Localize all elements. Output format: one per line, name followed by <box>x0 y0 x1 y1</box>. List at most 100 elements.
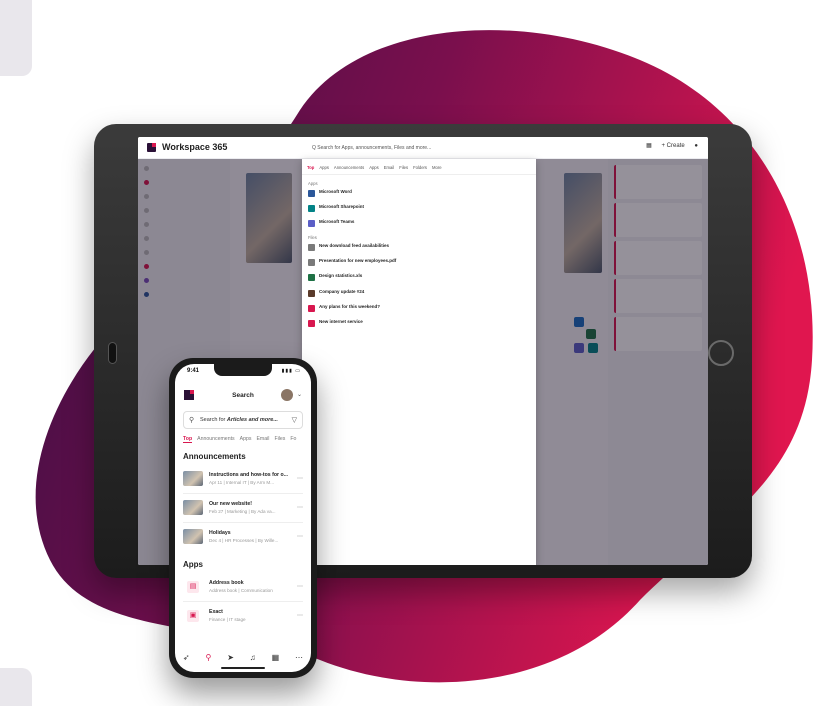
result-item[interactable]: Presentation for new employees.pdf <box>308 258 530 268</box>
announcement-meta: Apr 11 | Internal IT | By Arm M... <box>209 480 275 485</box>
filter-icon[interactable]: ▽ <box>292 416 297 424</box>
result-title: Microsoft Sharepoint <box>319 204 365 209</box>
announcement-meta: Dec 4 | HR Processes | By Wille... <box>209 538 279 543</box>
marketing-stage: Workspace 365 Q Search for Apps, announc… <box>0 0 820 706</box>
phone-device: 9:41 ▮▮▮ ▭ Search ⌄ ⚲ Search for Article… <box>169 358 317 678</box>
tab-apps-2[interactable]: Apps <box>369 165 379 170</box>
more-icon[interactable]: ⋯ <box>297 583 303 590</box>
chat-icon <box>308 305 315 312</box>
search-icon[interactable]: ⚲ <box>205 653 211 662</box>
tab-announcements[interactable]: Announcements <box>197 436 235 443</box>
phone-screen: 9:41 ▮▮▮ ▭ Search ⌄ ⚲ Search for Article… <box>175 364 311 672</box>
announcement-thumbnail <box>183 471 203 486</box>
more-icon[interactable]: ⋯ <box>297 612 303 619</box>
announcements-heading: Announcements <box>183 452 246 461</box>
apps-heading: Apps <box>183 560 203 569</box>
tab-announcements[interactable]: Announcements <box>334 165 364 170</box>
app-brand: Workspace 365 <box>162 142 228 152</box>
tablet-home-button[interactable] <box>708 340 734 366</box>
result-title: Presentation for new employees.pdf <box>319 258 397 263</box>
search-results-panel: Top Apps Announcements Apps Email Files … <box>302 159 536 565</box>
announcement-meta: Feb 27 | Marketing | By Ada va... <box>209 509 276 514</box>
status-time: 9:41 <box>187 368 200 374</box>
section-heading: Apps <box>308 181 318 186</box>
phone-notch <box>214 364 272 376</box>
word-icon <box>308 190 315 197</box>
sharepoint-icon <box>308 205 315 212</box>
announcement-title: Our new website! <box>209 501 252 507</box>
more-icon[interactable]: ⋯ <box>297 504 303 511</box>
tab-folders[interactable]: Folders <box>413 165 427 170</box>
workspace-logo[interactable] <box>147 143 156 152</box>
search-placeholder-prefix: Search for <box>200 417 227 423</box>
tab-more[interactable]: More <box>432 165 442 170</box>
tab-folders[interactable]: Fo <box>290 436 296 443</box>
tablet-camera <box>108 342 117 364</box>
result-item[interactable]: New download feed availabilities <box>308 243 530 253</box>
list-item[interactable]: Instructions and how-tos for o... Apr 11… <box>183 469 307 491</box>
app-meta: Finance | IT stage <box>209 617 246 622</box>
search-input[interactable]: ⚲ Search for Articles and more... ▽ <box>183 411 303 429</box>
tab-apps[interactable]: Apps <box>240 436 252 443</box>
file-icon <box>308 259 315 266</box>
result-title: New download feed availabilities <box>319 243 390 248</box>
result-item[interactable]: Company update #24 <box>308 289 530 299</box>
result-item[interactable]: New internet service <box>308 319 530 329</box>
tab-files[interactable]: Files <box>399 165 408 170</box>
topbar-actions: ▦ + Create ● <box>646 142 698 149</box>
more-icon[interactable]: ⋯ <box>297 475 303 482</box>
news-icon <box>308 290 315 297</box>
result-title: Microsoft Teams <box>319 219 355 224</box>
divider <box>183 601 303 602</box>
announcement-title: Instructions and how-tos for o... <box>209 472 288 478</box>
file-icon <box>308 244 315 251</box>
announcement-thumbnail <box>183 529 203 544</box>
bell-icon[interactable]: ♫ <box>250 653 256 662</box>
tab-email[interactable]: Email <box>256 436 269 443</box>
global-search-input[interactable]: Q Search for Apps, announcements, Files … <box>306 141 536 155</box>
more-icon[interactable]: ⋯ <box>297 533 303 540</box>
list-item[interactable]: ▤ Address book Address book | Communicat… <box>183 577 307 599</box>
result-title: Microsoft Word <box>319 189 352 194</box>
list-item[interactable]: ▣ Exact Finance | IT stage ⋯ <box>183 606 307 628</box>
send-icon[interactable]: ➤ <box>227 653 234 662</box>
signal-battery-icon: ▮▮▮ ▭ <box>281 368 301 374</box>
result-item[interactable]: Any plans for this weekend? <box>308 304 530 314</box>
result-title: Company update #24 <box>319 289 365 294</box>
announcement-title: Holidays <box>209 530 231 536</box>
result-item[interactable]: Microsoft Word <box>308 189 530 199</box>
result-title: Design statistics.xls <box>319 273 363 278</box>
create-button[interactable]: + Create <box>662 143 685 149</box>
app-title: Address book <box>209 580 244 586</box>
app-meta: Address book | Communication <box>209 588 273 593</box>
app-title: Exact <box>209 609 223 615</box>
app-topbar: Workspace 365 Q Search for Apps, announc… <box>138 137 708 159</box>
chat-icon <box>308 320 315 327</box>
search-placeholder: Search for Articles and more... <box>200 417 278 423</box>
list-item[interactable]: Holidays Dec 4 | HR Processes | By Wille… <box>183 527 307 549</box>
search-tabs: Top Announcements Apps Email Files Fo <box>183 436 311 443</box>
calendar-icon[interactable]: ▦ <box>646 143 652 149</box>
search-placeholder-emphasis: Articles and more... <box>226 417 278 423</box>
more-icon[interactable]: ⋯ <box>295 653 303 662</box>
rocket-icon[interactable]: ➶ <box>183 653 190 662</box>
teams-icon <box>308 220 315 227</box>
avatar[interactable]: ● <box>694 143 698 149</box>
chevron-down-icon[interactable]: ⌄ <box>297 391 302 398</box>
tab-top[interactable]: Top <box>307 165 314 170</box>
avatar[interactable] <box>281 389 293 401</box>
tab-apps[interactable]: Apps <box>319 165 329 170</box>
search-icon: ⚲ <box>189 417 195 424</box>
announcement-thumbnail <box>183 500 203 515</box>
grid-icon[interactable]: ▦ <box>272 653 280 662</box>
result-item[interactable]: Design statistics.xls <box>308 273 530 283</box>
result-item[interactable]: Microsoft Teams <box>308 219 530 229</box>
bottom-nav: ➶ ⚲ ➤ ♫ ▦ ⋯ <box>175 653 311 662</box>
result-item[interactable]: Microsoft Sharepoint <box>308 204 530 214</box>
divider <box>183 522 303 523</box>
tab-email[interactable]: Email <box>384 165 394 170</box>
tab-files[interactable]: Files <box>274 436 285 443</box>
list-item[interactable]: Our new website! Feb 27 | Marketing | By… <box>183 498 307 520</box>
tab-top[interactable]: Top <box>183 436 193 443</box>
section-heading: Files <box>308 235 317 240</box>
